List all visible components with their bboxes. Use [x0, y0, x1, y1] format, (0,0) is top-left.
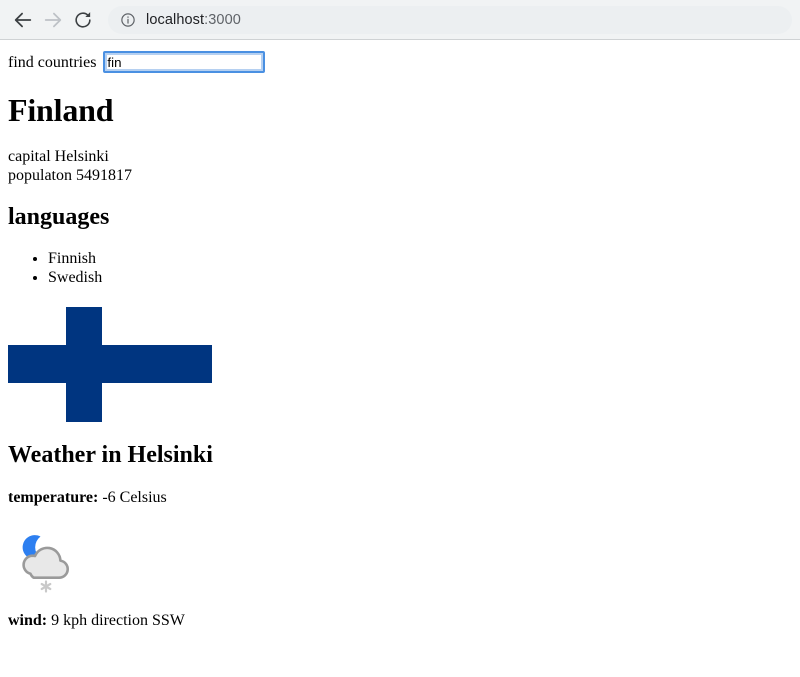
wind-value: 9 kph direction SSW: [47, 612, 185, 629]
night-snow-icon: [10, 523, 82, 595]
weather-temperature: temperature: -6 Celsius: [8, 488, 792, 507]
weather-wind: wind: 9 kph direction SSW: [8, 611, 792, 630]
arrow-right-icon: [42, 9, 64, 31]
url-port: :3000: [204, 11, 241, 28]
country-search-row: find countries: [8, 51, 792, 73]
address-bar[interactable]: localhost:3000: [108, 5, 792, 34]
page-content: find countries Finland capital Helsinki …: [0, 40, 800, 654]
country-capital: capital Helsinki: [8, 148, 109, 165]
country-facts: capital Helsinki populaton 5491817: [8, 147, 792, 185]
address-bar-url: localhost:3000: [146, 12, 241, 28]
url-host: localhost: [146, 11, 205, 28]
arrow-left-icon: [12, 9, 34, 31]
list-item: Finnish: [48, 249, 792, 268]
temperature-value: -6 Celsius: [98, 489, 167, 506]
browser-toolbar: localhost:3000: [0, 0, 800, 40]
search-input[interactable]: [103, 51, 266, 73]
country-population: populaton 5491817: [8, 167, 132, 184]
flag-cross-horizontal: [8, 345, 212, 383]
search-label: find countries: [8, 53, 97, 71]
country-flag: [8, 307, 212, 422]
weather-heading: Weather in Helsinki: [8, 442, 213, 468]
forward-button[interactable]: [38, 5, 68, 35]
temperature-label: temperature:: [8, 489, 99, 506]
languages-list: Finnish Swedish: [8, 249, 792, 287]
reload-icon: [73, 10, 93, 30]
country-name-heading: Finland: [8, 92, 114, 128]
back-button[interactable]: [8, 5, 38, 35]
list-item: Swedish: [48, 268, 792, 287]
wind-label: wind:: [8, 612, 48, 629]
languages-heading: languages: [8, 204, 110, 230]
info-circle-icon[interactable]: [120, 12, 136, 28]
reload-button[interactable]: [68, 5, 98, 35]
